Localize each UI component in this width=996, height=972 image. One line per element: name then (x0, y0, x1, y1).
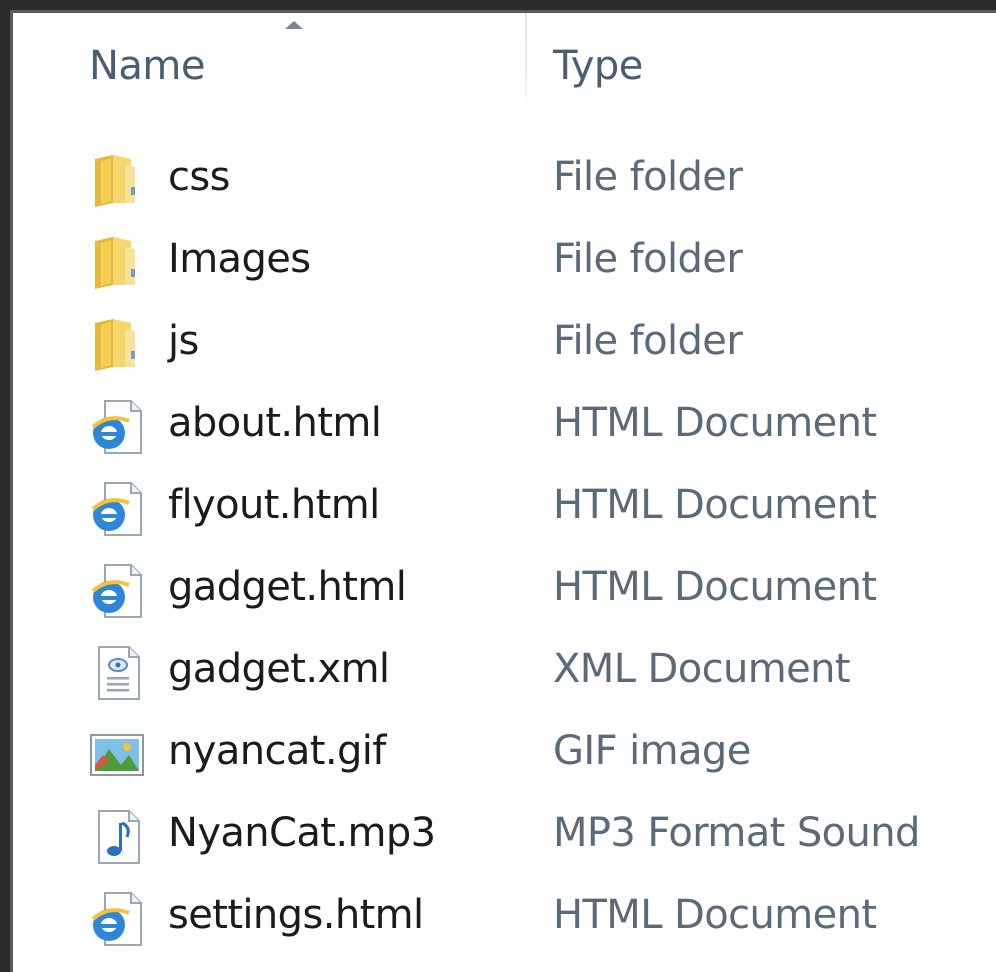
file-name: about.html (168, 400, 382, 446)
name-column-header[interactable]: Name (13, 13, 525, 121)
file-name: css (168, 154, 230, 200)
file-name: gadget.xml (168, 646, 390, 692)
folder-icon (95, 155, 135, 207)
file-row[interactable]: flyout.html HTML Document (13, 469, 996, 551)
file-row[interactable]: js File folder (13, 305, 996, 387)
sort-ascending-arrow-icon (285, 21, 303, 29)
ie-html-icon (91, 892, 142, 946)
file-row[interactable]: NyanCat.mp3 MP3 Format Sound (13, 797, 996, 879)
file-name: NyanCat.mp3 (168, 810, 436, 856)
ie-html-icon (91, 482, 142, 536)
type-column-label: Type (553, 43, 643, 89)
file-row[interactable]: settings.html HTML Document (13, 879, 996, 961)
file-type: HTML Document (553, 892, 877, 938)
ie-html-icon (91, 400, 142, 454)
file-list: css File folder Images File folder js Fi… (13, 141, 996, 961)
file-type: File folder (553, 318, 743, 364)
image-icon (90, 734, 144, 776)
audio-note-icon (98, 810, 140, 864)
file-name: gadget.html (168, 564, 407, 610)
file-row[interactable]: about.html HTML Document (13, 387, 996, 469)
file-name: flyout.html (168, 482, 380, 528)
file-row[interactable]: nyancat.gif GIF image (13, 715, 996, 797)
file-explorer-list: Name Type css File folder Images File fo… (10, 10, 996, 972)
xml-document-icon (98, 646, 140, 700)
file-row[interactable]: gadget.xml XML Document (13, 633, 996, 715)
name-column-label: Name (89, 43, 206, 89)
column-header-bar: Name Type (13, 13, 996, 121)
type-column-header[interactable]: Type (527, 13, 996, 121)
ie-html-icon (91, 564, 142, 618)
file-type: HTML Document (553, 482, 877, 528)
file-name: js (168, 318, 199, 364)
file-type: GIF image (553, 728, 751, 774)
file-name: nyancat.gif (168, 728, 386, 774)
file-name: settings.html (168, 892, 424, 938)
file-row[interactable]: css File folder (13, 141, 996, 223)
file-row[interactable]: Images File folder (13, 223, 996, 305)
file-type: XML Document (553, 646, 851, 692)
file-name: Images (168, 236, 311, 282)
file-type: File folder (553, 154, 743, 200)
file-type: File folder (553, 236, 743, 282)
file-type: MP3 Format Sound (553, 810, 920, 856)
folder-icon (95, 319, 135, 371)
file-type: HTML Document (553, 400, 877, 446)
file-type: HTML Document (553, 564, 877, 610)
file-row[interactable]: gadget.html HTML Document (13, 551, 996, 633)
folder-icon (95, 237, 135, 289)
